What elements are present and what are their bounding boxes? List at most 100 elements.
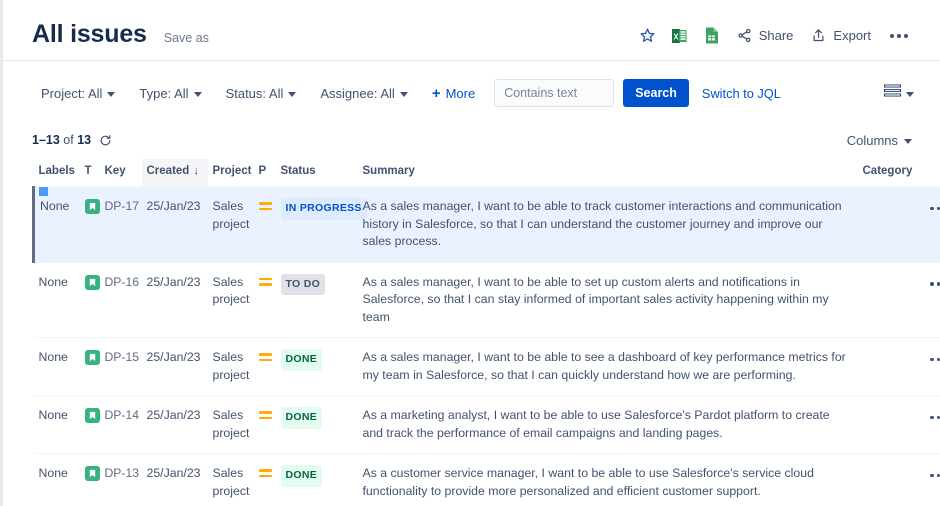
cell-type xyxy=(79,395,100,454)
issue-key-link[interactable]: DP-16 xyxy=(105,275,140,289)
table-row-dp-15[interactable]: None DP-15 25/Jan/23 Sales project DONE … xyxy=(33,337,940,396)
column-header-category[interactable]: Category xyxy=(858,159,918,187)
summary-text[interactable]: As a customer service manager, I want to… xyxy=(363,466,814,498)
status-badge[interactable]: DONE xyxy=(280,349,323,371)
issues-table-head: Labels T Key Created ↓ Project P Status S… xyxy=(34,159,940,187)
column-header-type[interactable]: T xyxy=(80,159,100,187)
page-header: All issues Save as X Share Export xyxy=(3,0,940,50)
cell-project: Sales project xyxy=(207,395,254,454)
project-value: Sales project xyxy=(212,466,250,498)
search-input[interactable] xyxy=(494,79,615,107)
summary-text[interactable]: As a sales manager, I want to be able to… xyxy=(363,199,842,248)
row-selection-indicator[interactable] xyxy=(39,187,48,196)
cell-summary: As a sales manager, I want to be able to… xyxy=(357,261,858,338)
labels-value: None xyxy=(38,466,68,480)
column-header-project[interactable]: Project xyxy=(208,159,254,187)
column-header-status[interactable]: Status xyxy=(276,159,358,187)
status-badge[interactable]: DONE xyxy=(280,465,323,487)
cell-created: 25/Jan/23 xyxy=(141,261,208,338)
filter-assignee[interactable]: Assignee: All xyxy=(311,81,416,106)
columns-button[interactable]: Columns xyxy=(841,129,918,152)
cell-category xyxy=(857,453,918,506)
created-value: 25/Jan/23 xyxy=(146,274,201,289)
search-button[interactable]: Search xyxy=(623,79,689,107)
cell-key: DP-14 xyxy=(99,395,142,454)
cell-priority xyxy=(253,186,276,262)
story-icon xyxy=(84,350,100,365)
cell-labels: None xyxy=(33,337,80,396)
cell-priority xyxy=(253,453,276,506)
project-value: Sales project xyxy=(212,350,250,382)
story-icon xyxy=(84,199,100,214)
cell-actions xyxy=(917,453,940,506)
filter-type[interactable]: Type: All xyxy=(130,81,210,106)
cell-key: DP-17 xyxy=(99,186,142,262)
cell-actions xyxy=(917,337,940,396)
columns-label: Columns xyxy=(846,132,898,148)
google-sheets-icon[interactable] xyxy=(696,22,728,50)
cell-labels: None xyxy=(33,453,80,506)
save-as-button[interactable]: Save as xyxy=(164,22,209,45)
cell-category xyxy=(857,186,918,262)
summary-text[interactable]: As a sales manager, I want to be able to… xyxy=(363,350,846,382)
cell-key: DP-15 xyxy=(99,337,142,396)
column-header-priority[interactable]: P xyxy=(254,159,276,187)
cell-status: DONE xyxy=(275,453,358,506)
status-badge[interactable]: TO DO xyxy=(280,273,326,295)
switch-to-jql-link[interactable]: Switch to JQL xyxy=(702,86,781,101)
chevron-down-icon xyxy=(288,91,297,97)
column-header-labels[interactable]: Labels xyxy=(34,159,80,187)
story-icon xyxy=(84,274,100,290)
refresh-icon[interactable] xyxy=(99,134,112,147)
cell-created: 25/Jan/23 xyxy=(141,186,208,262)
export-button[interactable]: Export xyxy=(802,24,880,47)
priority-medium-icon xyxy=(258,469,272,480)
issue-key-link[interactable]: DP-15 xyxy=(105,350,140,364)
plus-icon: + xyxy=(431,84,441,102)
status-badge[interactable]: DONE xyxy=(280,407,323,429)
filter-status[interactable]: Status: All xyxy=(217,81,306,106)
cell-labels: None xyxy=(33,395,80,454)
cell-key: DP-13 xyxy=(99,453,142,506)
chevron-down-icon xyxy=(906,91,914,97)
issue-key-link[interactable]: DP-14 xyxy=(105,408,140,422)
row-more-horizontal-icon[interactable] xyxy=(923,471,940,477)
table-row-dp-13[interactable]: None DP-13 25/Jan/23 Sales project DONE … xyxy=(33,453,940,506)
cell-summary: As a sales manager, I want to be able to… xyxy=(357,186,858,262)
column-header-created[interactable]: Created ↓ xyxy=(141,159,208,187)
results-range: 1–13 xyxy=(32,133,60,147)
results-of-text: of xyxy=(59,133,78,147)
cell-actions xyxy=(917,186,940,262)
more-horizontal-icon[interactable] xyxy=(880,26,918,46)
issues-table-body: None DP-17 25/Jan/23 Sales project IN PR… xyxy=(32,186,940,506)
column-header-summary[interactable]: Summary xyxy=(358,159,858,187)
cell-type xyxy=(79,261,100,338)
cell-actions xyxy=(917,261,940,338)
table-row-dp-14[interactable]: None DP-14 25/Jan/23 Sales project DONE … xyxy=(33,395,940,454)
summary-text[interactable]: As a sales manager, I want to be able to… xyxy=(363,275,829,324)
cell-created: 25/Jan/23 xyxy=(141,337,208,396)
status-badge[interactable]: IN PROGRESS xyxy=(280,198,367,220)
excel-export-icon[interactable]: X xyxy=(664,22,696,50)
filter-project[interactable]: Project: All xyxy=(32,81,124,106)
share-button[interactable]: Share xyxy=(728,24,803,47)
issue-key-link[interactable]: DP-13 xyxy=(105,466,140,480)
star-icon[interactable] xyxy=(632,22,664,50)
cell-project: Sales project xyxy=(207,261,254,338)
cell-category xyxy=(857,395,918,454)
more-filters-button[interactable]: + More xyxy=(423,81,484,106)
table-row-dp-16[interactable]: None DP-16 25/Jan/23 Sales project TO DO… xyxy=(33,261,940,338)
priority-medium-icon xyxy=(258,411,272,422)
chevron-down-icon xyxy=(904,138,912,144)
table-row-dp-17[interactable]: None DP-17 25/Jan/23 Sales project IN PR… xyxy=(32,186,940,262)
view-options-button[interactable] xyxy=(880,80,918,106)
story-icon xyxy=(84,408,100,423)
row-more-horizontal-icon[interactable] xyxy=(923,355,940,361)
column-header-key[interactable]: Key xyxy=(100,159,142,187)
row-more-horizontal-icon[interactable] xyxy=(923,279,940,286)
story-icon xyxy=(84,466,100,481)
summary-text[interactable]: As a marketing analyst, I want to be abl… xyxy=(363,408,830,440)
issue-key-link[interactable]: DP-17 xyxy=(105,199,140,213)
row-more-horizontal-icon[interactable] xyxy=(923,204,940,210)
row-more-horizontal-icon[interactable] xyxy=(923,413,940,419)
